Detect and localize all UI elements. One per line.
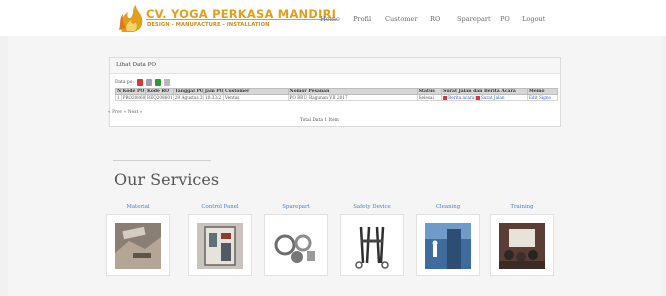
- control-panel-photo-icon: [197, 223, 243, 269]
- print-preview-icon[interactable]: [146, 79, 152, 86]
- panel-title: Lihat Data PO: [116, 62, 156, 68]
- service-label[interactable]: Training: [490, 204, 554, 210]
- nav-sparepart[interactable]: Sparepart: [457, 15, 491, 23]
- nav-po[interactable]: PO: [500, 15, 510, 23]
- services-title: Our Services: [114, 170, 220, 189]
- surat-jalan-link[interactable]: Surat Jalan: [481, 96, 505, 100]
- service-label[interactable]: Sparepart: [264, 204, 328, 210]
- service-control-panel[interactable]: Control Panel: [188, 204, 252, 278]
- service-card: [340, 214, 404, 276]
- nav-ro[interactable]: RO: [430, 15, 440, 23]
- service-card: [490, 214, 554, 276]
- service-card: [188, 214, 252, 276]
- cell-jam: 10:33:2: [202, 94, 224, 101]
- service-material[interactable]: Material: [106, 204, 170, 278]
- export-toolbar: Data po:: [115, 79, 235, 88]
- col-tanggal-po: Tanggal PO: [172, 88, 204, 95]
- pagination[interactable]: « Prev « Next »: [108, 110, 142, 115]
- nav-home[interactable]: Home: [320, 15, 340, 23]
- nav-profil[interactable]: Profil: [353, 15, 371, 23]
- safety-device-photo-icon: [349, 223, 395, 269]
- excel-icon[interactable]: [155, 79, 161, 86]
- site-header: CV. YOGA PERKASA MANDIRI DESIGN - MANUFA…: [0, 0, 666, 36]
- pdf-icon[interactable]: [137, 79, 143, 86]
- sparepart-photo-icon: [273, 223, 319, 269]
- printer-icon[interactable]: [164, 79, 170, 86]
- col-kode-po: Kode PO: [120, 88, 147, 95]
- cell-memo[interactable]: Edit Signo: [526, 94, 559, 101]
- service-label[interactable]: Control Panel: [188, 204, 252, 210]
- service-label[interactable]: Cleaning: [416, 204, 480, 210]
- total-count: Total Data 1 Item: [300, 118, 339, 123]
- service-card: [106, 214, 170, 276]
- service-training[interactable]: Training: [490, 204, 554, 278]
- training-photo-icon: [499, 223, 545, 269]
- main-nav: Home Profil Customer RO Sparepart PO Log…: [0, 15, 666, 27]
- nav-logout[interactable]: Logout: [522, 15, 545, 23]
- cell-status: Selesai: [416, 94, 443, 101]
- po-table: No Kode PO Kode RO Tanggal PO Jam PO Cus…: [115, 88, 559, 101]
- service-sparepart[interactable]: Sparepart: [264, 204, 328, 278]
- data-po-label: Data po:: [115, 80, 134, 85]
- nav-customer[interactable]: Customer: [385, 15, 418, 23]
- cell-surat-jalan: Berita acara|Surat Jalan: [441, 94, 528, 101]
- col-jam-po: Jam PO: [202, 88, 224, 95]
- cell-customer: Ventus: [222, 94, 289, 101]
- cell-tanggal: 29 Agustus 2017: [172, 94, 204, 101]
- service-card: [264, 214, 328, 276]
- service-safety-device[interactable]: Safety Device: [340, 204, 404, 278]
- service-label[interactable]: Material: [106, 204, 170, 210]
- section-divider: [113, 160, 211, 161]
- service-card: [416, 214, 480, 276]
- service-cleaning[interactable]: Cleaning: [416, 204, 480, 278]
- cell-kode-po: PRO2086011: [120, 94, 147, 101]
- panel-header: Lihat Data PO: [110, 58, 560, 74]
- col-no: No: [115, 88, 122, 95]
- service-label[interactable]: Safety Device: [340, 204, 404, 210]
- pdf-icon: [443, 96, 448, 100]
- cell-nomor: PO BRU_Ragunan VII 2017: [287, 94, 418, 101]
- material-photo-icon: [115, 223, 161, 269]
- pdf-icon: [475, 96, 480, 100]
- cleaning-photo-icon: [425, 223, 471, 269]
- po-panel: Lihat Data PO Data po: No Kode PO Kode R…: [109, 57, 561, 127]
- berita-acara-link[interactable]: Berita acara: [448, 96, 474, 100]
- col-surat-jalan: Surat Jalan dan Berita Acara: [441, 88, 528, 95]
- cell-kode-ro: REQ2086011: [145, 94, 174, 101]
- table-row: 1 PRO2086011 REQ2086011 29 Agustus 2017 …: [115, 94, 559, 101]
